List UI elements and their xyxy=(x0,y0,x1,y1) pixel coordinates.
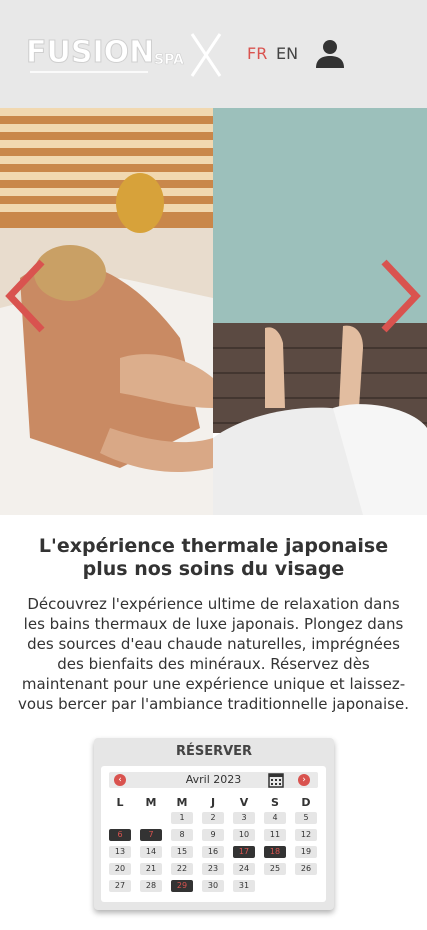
calendar-day[interactable]: 23 xyxy=(202,863,224,875)
calendar-day[interactable]: 19 xyxy=(295,846,317,858)
language-en-link[interactable]: EN xyxy=(276,44,298,63)
calendar-day[interactable]: 24 xyxy=(233,863,255,875)
calendar-day[interactable]: 26 xyxy=(295,863,317,875)
booking-title: RÉSERVER xyxy=(175,744,253,759)
headline-line-2: plus nos soins du visage xyxy=(82,558,345,580)
calendar-day-of-week: S xyxy=(271,796,279,809)
calendar-day[interactable]: 3 xyxy=(233,812,255,824)
intro-paragraph: Découvrez l'expérience ultime de relaxat… xyxy=(18,595,409,713)
calendar-day[interactable]: 21 xyxy=(140,863,162,875)
page-headline: L'expérience thermale japonaise plus nos… xyxy=(20,535,407,581)
user-account-icon[interactable] xyxy=(314,38,346,70)
calendar-day[interactable]: 7 xyxy=(140,829,162,841)
calendar-day[interactable]: 29 xyxy=(171,880,193,892)
calendar-day-of-week: D xyxy=(301,796,311,809)
calendar-day-of-week: V xyxy=(239,796,249,809)
calendar-day[interactable]: 10 xyxy=(233,829,255,841)
calendar-next-month-button[interactable]: › xyxy=(298,774,310,786)
calendar-day[interactable]: 15 xyxy=(171,846,193,858)
calendar-day[interactable]: 4 xyxy=(264,812,286,824)
fusion-spa-logo[interactable]: FUSION SPA xyxy=(24,28,224,84)
calendar-day[interactable]: 8 xyxy=(171,829,193,841)
hero-slider xyxy=(0,108,427,515)
chevron-left-icon xyxy=(5,259,45,333)
svg-text:FUSION: FUSION xyxy=(26,35,154,70)
calendar-day[interactable]: 11 xyxy=(264,829,286,841)
calendar-month-label: Avril 2023 xyxy=(185,773,242,786)
calendar-day[interactable]: 30 xyxy=(202,880,224,892)
calendar-day-of-week: L xyxy=(116,796,124,809)
slider-prev-button[interactable] xyxy=(4,258,48,334)
calendar-day[interactable]: 28 xyxy=(140,880,162,892)
chevron-right-icon xyxy=(381,259,421,333)
calendar-day[interactable]: 12 xyxy=(295,829,317,841)
calendar-day[interactable]: 5 xyxy=(295,812,317,824)
headline-line-1: L'expérience thermale japonaise xyxy=(38,535,389,557)
calendar-day[interactable]: 31 xyxy=(233,880,255,892)
calendar-icon[interactable] xyxy=(268,772,284,788)
calendar-day[interactable]: 20 xyxy=(109,863,131,875)
calendar-prev-month-button[interactable]: ‹ xyxy=(114,774,126,786)
calendar-day[interactable]: 14 xyxy=(140,846,162,858)
header: FUSION SPA FR EN xyxy=(0,0,427,108)
calendar-day[interactable]: 2 xyxy=(202,812,224,824)
calendar-day[interactable]: 9 xyxy=(202,829,224,841)
calendar-header: Avril 2023 ‹ › xyxy=(109,772,318,788)
language-fr-link[interactable]: FR xyxy=(247,44,267,63)
calendar-day[interactable]: 17 xyxy=(233,846,255,858)
calendar-day-of-week: J xyxy=(210,796,216,809)
calendar-day[interactable]: 25 xyxy=(264,863,286,875)
calendar-day[interactable]: 1 xyxy=(171,812,193,824)
calendar-day[interactable]: 13 xyxy=(109,846,131,858)
calendar-day[interactable]: 22 xyxy=(171,863,193,875)
calendar-day-of-week: M xyxy=(145,796,157,809)
calendar-day[interactable]: 18 xyxy=(264,846,286,858)
calendar-day[interactable]: 16 xyxy=(202,846,224,858)
calendar-day-of-week: M xyxy=(176,796,188,809)
booking-calendar: Avril 2023 ‹ › L M M J V S D 1 2 3 4 5 6 7 8 9 10 11 12 13 1… xyxy=(101,766,326,902)
booking-widget: RÉSERVER Avril 2023 ‹ › LMMJVSD123456789… xyxy=(94,738,334,910)
calendar-day[interactable]: 27 xyxy=(109,880,131,892)
calendar-day[interactable]: 6 xyxy=(109,829,131,841)
svg-text:SPA: SPA xyxy=(154,52,184,68)
logo-graphic: FUSION SPA xyxy=(26,33,222,77)
slider-next-button[interactable] xyxy=(378,258,422,334)
